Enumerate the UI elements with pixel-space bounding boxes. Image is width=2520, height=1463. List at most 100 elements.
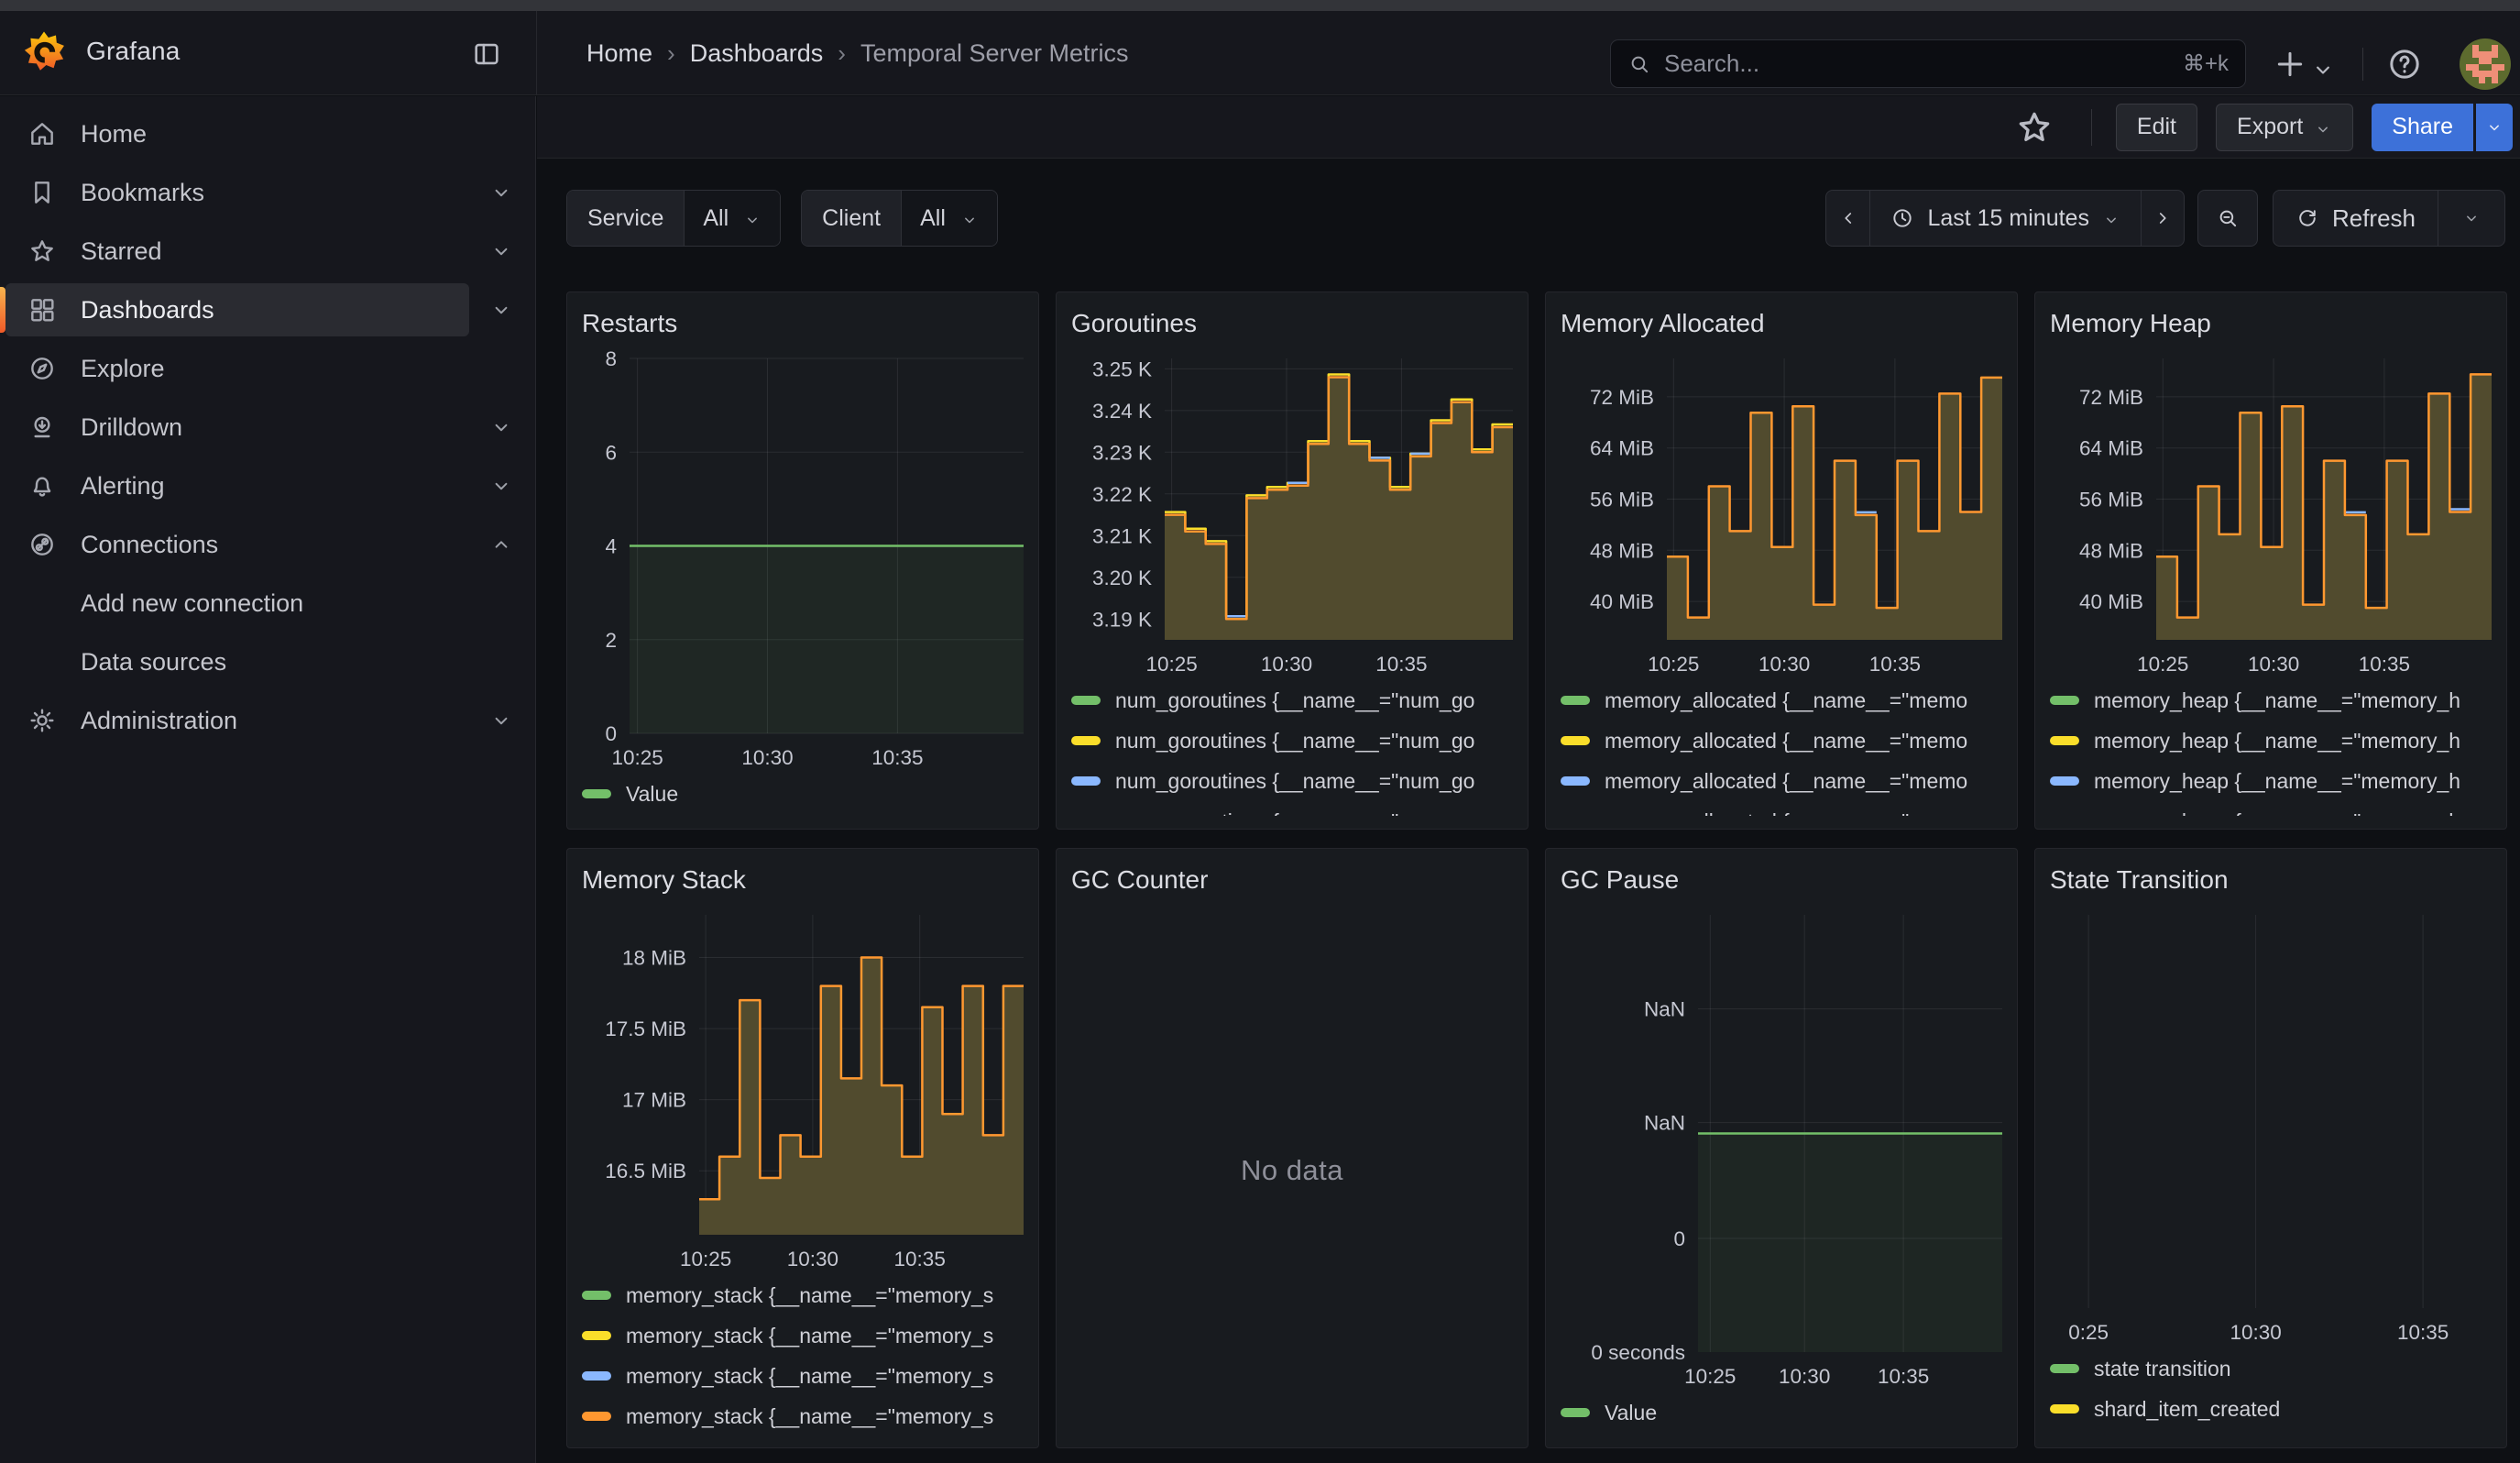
search-bar[interactable]: ⌘+k bbox=[1610, 39, 2246, 88]
chevron-down-icon[interactable] bbox=[489, 709, 513, 732]
refresh-button[interactable]: Refresh bbox=[2273, 191, 2438, 246]
legend-series-swatch bbox=[582, 1412, 611, 1421]
legend-series-swatch bbox=[1071, 696, 1101, 705]
legend-item[interactable]: memory_stack {__name__="memory_s bbox=[582, 1360, 1024, 1392]
time-shift-forward-button[interactable] bbox=[2141, 191, 2184, 246]
sidebar-item-connections[interactable]: Connections bbox=[0, 516, 535, 573]
sidebar-item-starred[interactable]: Starred bbox=[0, 223, 535, 280]
panel-legend: Value bbox=[582, 778, 1024, 816]
legend-item[interactable]: memory_heap {__name__="memory_h bbox=[2050, 685, 2492, 716]
chart-area[interactable]: 72 MiB64 MiB56 MiB48 MiB40 MiB10:2510:30… bbox=[2050, 349, 2492, 685]
sidebar-item-data-sources[interactable]: Data sources bbox=[0, 633, 535, 690]
legend-item[interactable]: num_goroutines {__name__="num_go bbox=[1071, 725, 1513, 756]
legend-item[interactable]: memory_allocated {__name__="memo bbox=[1561, 685, 2002, 716]
sidebar-item-dashboards[interactable]: Dashboards bbox=[0, 281, 535, 338]
chart-area[interactable]: NaNNaN00 seconds10:2510:3010:35 bbox=[1561, 906, 2002, 1397]
legend-item[interactable]: memory_allocated {__name__="memo bbox=[1561, 765, 2002, 797]
sidebar-item-explore[interactable]: Explore bbox=[0, 340, 535, 397]
chart-canvas[interactable]: 0:2510:3010:35 bbox=[2050, 906, 2493, 1348]
legend-series-label: Value bbox=[626, 782, 678, 807]
legend-item[interactable]: memory_stack {__name__="memory_s bbox=[582, 1401, 1024, 1432]
search-input[interactable] bbox=[1664, 50, 2170, 78]
chevron-down-icon bbox=[743, 209, 761, 227]
legend-item[interactable]: memory_heap {__name__="memory_h bbox=[2050, 765, 2492, 797]
chart-canvas[interactable]: 18 MiB17.5 MiB17 MiB16.5 MiB10:2510:3010… bbox=[582, 906, 1025, 1275]
service-variable-value[interactable]: All bbox=[684, 191, 780, 246]
legend-item[interactable]: memory_heap {__name__="memory_h bbox=[2050, 806, 2492, 816]
sidebar-item-administration[interactable]: Administration bbox=[0, 692, 535, 749]
legend-item[interactable]: memory_stack {__name__="memory_s bbox=[582, 1320, 1024, 1351]
sidebar-item-home[interactable]: Home bbox=[0, 105, 535, 162]
chart-canvas[interactable]: 3.25 K3.24 K3.23 K3.22 K3.21 K3.20 K3.19… bbox=[1071, 349, 1515, 680]
home-icon bbox=[27, 119, 57, 148]
legend-series-label: num_goroutines {__name__="num_go bbox=[1115, 769, 1474, 794]
legend-item[interactable]: num_goroutines {__name__="num_go bbox=[1071, 765, 1513, 797]
svg-text:4: 4 bbox=[605, 535, 617, 558]
legend-item[interactable]: shard_item_created bbox=[2050, 1393, 2492, 1424]
panel-title[interactable]: Memory Heap bbox=[2050, 305, 2492, 342]
chart-area[interactable]: 0:2510:3010:35 bbox=[2050, 906, 2492, 1353]
time-range-picker[interactable]: Last 15 minutes bbox=[1869, 191, 2141, 246]
panel-title[interactable]: Memory Stack bbox=[582, 862, 1024, 898]
panel-title[interactable]: Restarts bbox=[582, 305, 1024, 342]
chart-area[interactable]: 18 MiB17.5 MiB17 MiB16.5 MiB10:2510:3010… bbox=[582, 906, 1024, 1280]
chart-area[interactable]: 8642010:2510:3010:35 bbox=[582, 349, 1024, 778]
legend-item[interactable]: Value bbox=[1561, 1397, 2002, 1428]
legend-item[interactable]: memory_stack {__name__="memory_s bbox=[582, 1280, 1024, 1311]
svg-text:56 MiB: 56 MiB bbox=[2079, 489, 2143, 512]
chart-canvas[interactable]: 72 MiB64 MiB56 MiB48 MiB40 MiB10:2510:30… bbox=[2050, 349, 2493, 680]
svg-text:10:25: 10:25 bbox=[1648, 653, 1699, 676]
share-button[interactable]: Share bbox=[2372, 104, 2473, 151]
chart-canvas[interactable]: NaNNaN00 seconds10:2510:3010:35 bbox=[1561, 906, 2004, 1392]
panel-title[interactable]: GC Counter bbox=[1071, 862, 1513, 898]
user-avatar[interactable] bbox=[2460, 38, 2511, 90]
chevron-down-icon[interactable] bbox=[489, 474, 513, 498]
panel-title[interactable]: Goroutines bbox=[1071, 305, 1513, 342]
client-variable-value[interactable]: All bbox=[901, 191, 997, 246]
time-shift-back-button[interactable] bbox=[1826, 191, 1869, 246]
chevron-down-icon[interactable] bbox=[489, 181, 513, 204]
refresh-interval-button[interactable] bbox=[2438, 191, 2504, 246]
zoom-out-button[interactable] bbox=[2197, 190, 2258, 247]
chart-canvas[interactable]: 72 MiB64 MiB56 MiB48 MiB40 MiB10:2510:30… bbox=[1561, 349, 2004, 680]
add-new-chevron-icon[interactable] bbox=[2310, 51, 2336, 88]
legend-item[interactable]: num_goroutines {__name__="num_go bbox=[1071, 806, 1513, 816]
chart-area[interactable]: 72 MiB64 MiB56 MiB48 MiB40 MiB10:2510:30… bbox=[1561, 349, 2002, 685]
breadcrumb-dashboards[interactable]: Dashboards bbox=[690, 39, 824, 68]
edit-button[interactable]: Edit bbox=[2116, 104, 2197, 151]
breadcrumb-home[interactable]: Home bbox=[586, 39, 652, 68]
svg-text:10:25: 10:25 bbox=[611, 746, 663, 769]
chart-canvas[interactable]: 8642010:2510:3010:35 bbox=[582, 349, 1025, 774]
panel-title[interactable]: Memory Allocated bbox=[1561, 305, 2002, 342]
panel-title[interactable]: State Transition bbox=[2050, 862, 2492, 898]
legend-item[interactable]: Value bbox=[582, 778, 1024, 809]
sidebar-item-add-new-connection[interactable]: Add new connection bbox=[0, 575, 535, 632]
svg-text:0 seconds: 0 seconds bbox=[1591, 1341, 1685, 1364]
chevron-up-icon[interactable] bbox=[489, 533, 513, 556]
legend-item[interactable]: memory_allocated {__name__="memo bbox=[1561, 806, 2002, 816]
chevron-down-icon[interactable] bbox=[489, 239, 513, 263]
export-button[interactable]: Export bbox=[2216, 104, 2353, 151]
legend-item[interactable]: state transition bbox=[2050, 1353, 2492, 1384]
sidebar-item-bookmarks[interactable]: Bookmarks bbox=[0, 164, 535, 221]
chart-area[interactable]: 3.25 K3.24 K3.23 K3.22 K3.21 K3.20 K3.19… bbox=[1071, 349, 1513, 685]
svg-text:2: 2 bbox=[605, 629, 617, 652]
sidebar-toggle-icon[interactable] bbox=[471, 38, 502, 70]
legend-item[interactable]: memory_heap {__name__="memory_h bbox=[2050, 725, 2492, 756]
legend-item[interactable]: memory_allocated {__name__="memo bbox=[1561, 725, 2002, 756]
favorite-star-icon[interactable] bbox=[2014, 107, 2054, 148]
dashboard-controls: Service All Client All Last 1 bbox=[566, 190, 2505, 247]
sidebar-item-drilldown[interactable]: Drilldown bbox=[0, 399, 535, 456]
add-new-icon[interactable] bbox=[2272, 46, 2308, 82]
panel-title[interactable]: GC Pause bbox=[1561, 862, 2002, 898]
legend-series-swatch bbox=[582, 1331, 611, 1340]
svg-text:16.5 MiB: 16.5 MiB bbox=[605, 1160, 686, 1182]
chevron-down-icon[interactable] bbox=[489, 298, 513, 322]
legend-series-label: memory_stack {__name__="memory_s bbox=[626, 1283, 993, 1308]
legend-item[interactable]: num_goroutines {__name__="num_go bbox=[1071, 685, 1513, 716]
share-menu-button[interactable] bbox=[2476, 104, 2513, 151]
sidebar-item-alerting[interactable]: Alerting bbox=[0, 457, 535, 514]
chevron-down-icon[interactable] bbox=[489, 415, 513, 439]
help-icon[interactable] bbox=[2386, 46, 2423, 82]
legend-series-swatch bbox=[2050, 696, 2079, 705]
